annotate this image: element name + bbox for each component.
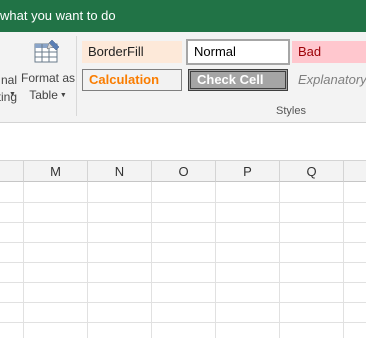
column-header-m[interactable]: M xyxy=(24,161,88,182)
grid-line xyxy=(343,182,344,338)
column-header-r[interactable] xyxy=(344,161,366,182)
grid-line xyxy=(215,182,216,338)
cell-style-check-cell[interactable]: Check Cell xyxy=(188,69,288,91)
column-header-p[interactable]: P xyxy=(216,161,280,182)
conditional-formatting-label-1: nal xyxy=(0,73,17,87)
column-header-l[interactable] xyxy=(0,161,24,182)
column-header-o[interactable]: O xyxy=(152,161,216,182)
worksheet-grid[interactable]: M N O P Q xyxy=(0,161,366,338)
format-as-table-button[interactable]: Format as Table ▼ xyxy=(17,32,79,118)
styles-group-label: Styles xyxy=(276,105,306,117)
tell-me-search[interactable]: what you want to do xyxy=(0,8,116,23)
grid-line xyxy=(151,182,152,338)
grid-line xyxy=(0,242,366,243)
grid-line xyxy=(0,222,366,223)
format-as-table-label-2: Table xyxy=(29,88,58,102)
cell-style-bad[interactable]: Bad xyxy=(292,41,366,63)
column-header-q[interactable]: Q xyxy=(280,161,344,182)
cell-style-borderfill[interactable]: BorderFill xyxy=(82,41,182,63)
cell-style-explanatory[interactable]: Explanatory xyxy=(292,69,366,91)
grid-line xyxy=(0,262,366,263)
chevron-down-icon: ▼ xyxy=(9,91,16,98)
table-format-icon xyxy=(34,39,60,63)
chevron-down-icon: ▼ xyxy=(59,92,67,100)
formula-bar-area xyxy=(0,123,366,161)
conditional-formatting-button[interactable]: nal ting xyxy=(0,72,17,106)
column-header-n[interactable]: N xyxy=(88,161,152,182)
grid-line xyxy=(0,202,366,203)
format-as-table-label-1: Format as xyxy=(20,71,75,85)
cell-style-normal[interactable]: Normal xyxy=(186,39,290,65)
grid-line xyxy=(0,322,366,323)
grid-line xyxy=(87,182,88,338)
grid-line xyxy=(0,282,366,283)
grid-line xyxy=(279,182,280,338)
group-divider xyxy=(76,36,77,116)
format-as-table-label: Format as Table ▼ xyxy=(17,70,79,104)
grid-line xyxy=(23,182,24,338)
title-bar: what you want to do xyxy=(0,0,366,32)
cell-style-calculation[interactable]: Calculation xyxy=(82,69,182,91)
cell-styles-gallery[interactable]: BorderFill Normal Bad Calculation Check … xyxy=(78,34,366,100)
ribbon-home: nal ting ▼ Format as Table▼ BorderFill N… xyxy=(0,32,366,123)
grid-line xyxy=(0,302,366,303)
